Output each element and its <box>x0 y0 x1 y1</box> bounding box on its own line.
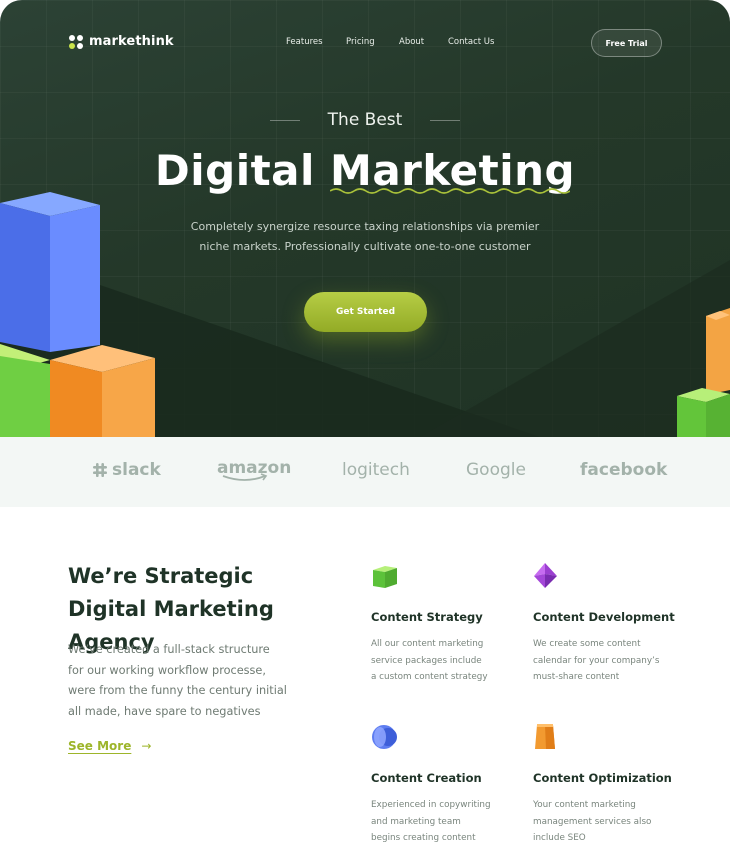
feature-description: Your content marketing management servic… <box>533 797 683 847</box>
free-trial-button[interactable]: Free Trial <box>591 29 662 57</box>
feature-line: service packages include <box>371 655 482 666</box>
logo-text: markethink <box>89 34 174 49</box>
feature-title: Content Development <box>533 610 675 624</box>
get-started-button[interactable]: Get Started <box>304 292 427 332</box>
hero-subtitle: Completely synergize resource taxing rel… <box>0 217 730 257</box>
feature-line: Experienced in copywriting <box>371 800 491 810</box>
feature-title: Content Creation <box>371 771 482 785</box>
feature-line: a custom content strategy <box>371 672 488 682</box>
orange-cup-icon <box>533 723 683 751</box>
feature-content-creation: Content Creation Experienced in copywrit… <box>371 723 521 847</box>
feature-line: We create some content <box>533 639 641 649</box>
feature-line: calendar for your company’s <box>533 655 660 666</box>
title-underline-squiggle <box>330 188 570 194</box>
arrow-right-icon: → <box>141 739 152 753</box>
feature-title: Content Optimization <box>533 771 672 785</box>
logo[interactable]: markethink <box>69 34 174 49</box>
see-more-label: See More <box>68 739 132 753</box>
partner-logo-google[interactable]: Google <box>466 460 526 480</box>
hero-section: markethink Features Pricing About Contac… <box>0 0 730 437</box>
partner-logo-facebook[interactable]: facebook <box>580 460 667 480</box>
nav-link-features[interactable]: Features <box>286 37 323 47</box>
green-cube-icon <box>371 562 521 590</box>
feature-content-development: Content Development We create some conte… <box>533 562 683 686</box>
section-description: We’ve created a full-stack structure for… <box>68 643 287 718</box>
logo-icon <box>69 34 83 49</box>
feature-line: begins creating content <box>371 833 476 843</box>
feature-line: include SEO <box>533 833 586 843</box>
feature-content-strategy: Content Strategy All our content marketi… <box>371 562 521 686</box>
feature-description: All our content marketing service packag… <box>371 636 521 686</box>
purple-octahedron-icon <box>533 562 683 590</box>
feature-line: management services also <box>533 816 652 827</box>
feature-description: Experienced in copywriting and marketing… <box>371 797 521 847</box>
feature-content-optimization: Content Optimization Your content market… <box>533 723 683 847</box>
partner-logos-strip: slack amazon logitech Google facebook <box>0 437 730 507</box>
amazon-smile-icon <box>222 473 268 481</box>
nav-link-contact[interactable]: Contact Us <box>448 37 494 47</box>
hero-eyebrow: The Best <box>0 110 730 130</box>
eyebrow-divider-right <box>430 119 461 121</box>
partner-logo-slack[interactable]: slack <box>92 460 161 480</box>
feature-line: must-share content <box>533 672 620 682</box>
feature-line: and marketing team <box>371 816 461 827</box>
partner-logo-logitech[interactable]: logitech <box>342 460 410 480</box>
eyebrow-divider-left <box>269 119 300 121</box>
hero-eyebrow-text: The Best <box>327 110 403 130</box>
nav-link-pricing[interactable]: Pricing <box>346 37 375 47</box>
hero-subtitle-line: niche markets. Professionally cultivate … <box>199 240 531 253</box>
feature-description: We create some content calendar for your… <box>533 636 683 686</box>
blue-sphere-icon <box>371 723 521 751</box>
slack-hash-icon <box>93 463 107 477</box>
hero-subtitle-line: Completely synergize resource taxing rel… <box>190 220 540 233</box>
nav-link-about[interactable]: About <box>399 37 424 47</box>
feature-title: Content Strategy <box>371 610 483 624</box>
feature-line: All our content marketing <box>371 639 484 649</box>
feature-line: Your content marketing <box>533 800 636 810</box>
see-more-link[interactable]: See More → <box>68 739 151 753</box>
slack-wordmark: slack <box>112 460 161 480</box>
